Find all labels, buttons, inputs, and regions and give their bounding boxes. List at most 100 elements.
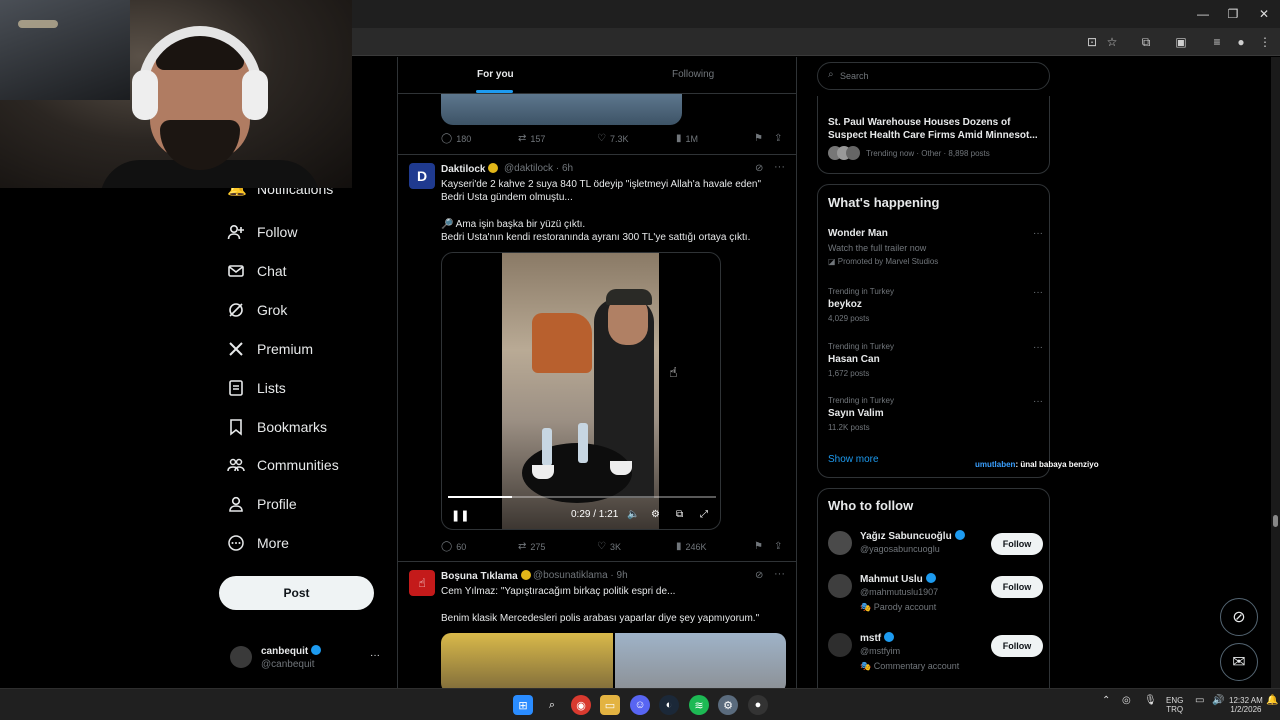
- trend-item[interactable]: Trending in Turkey beykoz 4,029 posts ··…: [828, 287, 1043, 323]
- nav-premium[interactable]: Premium: [227, 334, 313, 364]
- like-button[interactable]: ♡ 3K: [597, 541, 621, 552]
- nav-chat[interactable]: Chat: [227, 256, 287, 286]
- tweet-text-line: Benim klasik Mercedesleri polis arabası …: [441, 613, 760, 624]
- file-explorer-icon[interactable]: ▭: [600, 695, 620, 715]
- follow-button[interactable]: Follow: [991, 533, 1043, 555]
- close-window-button[interactable]: ✕: [1249, 4, 1279, 24]
- tweet-media[interactable]: [441, 633, 786, 688]
- trend-more-icon[interactable]: ···: [1033, 396, 1043, 407]
- pip-icon[interactable]: ⧉: [676, 509, 683, 520]
- microphone-icon[interactable]: 🎙: [1144, 696, 1157, 706]
- settings-gear-icon[interactable]: ⚙: [718, 695, 738, 715]
- grok-icon[interactable]: ⊘: [755, 570, 763, 581]
- show-more-link[interactable]: Show more: [828, 454, 879, 465]
- video-player[interactable]: ❚❚ 0:29 / 1:21 🔈 ⚙ ⧉ ⤢: [441, 252, 721, 530]
- messages-fab-button[interactable]: ✉: [1220, 643, 1258, 681]
- video-progress-bar[interactable]: [448, 496, 716, 498]
- reply-button[interactable]: ◯ 180: [441, 133, 471, 144]
- trend-more-icon[interactable]: ···: [1033, 228, 1043, 239]
- trend-more-icon[interactable]: ···: [1033, 287, 1043, 298]
- follow-suggestion[interactable]: Mahmut Uslu @mahmutuslu1907 🎭 Parody acc…: [828, 572, 1043, 612]
- network-app-icon[interactable]: ◎: [1122, 696, 1131, 706]
- nav-profile[interactable]: Profile: [227, 489, 297, 519]
- list-icon: [227, 379, 245, 397]
- browser-menu-icon[interactable]: ⋮: [1257, 34, 1273, 50]
- tweet-more-icon[interactable]: ···: [774, 568, 785, 580]
- avatar[interactable]: D: [409, 163, 435, 189]
- notification-icon[interactable]: 🔔: [1266, 696, 1278, 706]
- split-view-icon[interactable]: ▣: [1173, 34, 1189, 50]
- volume-icon[interactable]: 🔈: [627, 509, 639, 520]
- nav-bookmarks[interactable]: Bookmarks: [227, 412, 327, 442]
- steam-icon[interactable]: ◐: [659, 695, 679, 715]
- like-button[interactable]: ♡ 7.3K: [597, 133, 628, 144]
- search-icon[interactable]: ⌕: [542, 695, 562, 715]
- share-button[interactable]: ⇪: [774, 133, 786, 144]
- follow-suggestion[interactable]: Yağız Sabuncuoğlu @yagosabuncuoglu Follo…: [828, 529, 1043, 569]
- obs-icon[interactable]: ●: [748, 695, 768, 715]
- tab-for-you[interactable]: For you: [477, 69, 514, 80]
- mail-icon: [227, 262, 245, 280]
- repost-button[interactable]: ⇄ 157: [518, 133, 545, 144]
- section-title: What's happening: [828, 195, 940, 210]
- discord-icon[interactable]: ☺: [630, 695, 650, 715]
- clock[interactable]: 12:32 AM 1/2/2026: [1229, 696, 1263, 714]
- post-button[interactable]: Post: [219, 576, 374, 610]
- trend-item[interactable]: Trending in Turkey Hasan Can 1,672 posts…: [828, 342, 1043, 378]
- repost-button[interactable]: ⇄ 275: [518, 541, 545, 552]
- views-button[interactable]: ▮ 246K: [676, 541, 707, 552]
- bookmark-button[interactable]: ⚑: [754, 541, 767, 552]
- minimize-button[interactable]: —: [1188, 4, 1218, 24]
- reply-button[interactable]: ◯ 60: [441, 541, 466, 552]
- nav-follow[interactable]: Follow: [227, 217, 297, 247]
- tweet-author-name[interactable]: Daktilock: [441, 163, 499, 175]
- search-input[interactable]: Search: [840, 71, 869, 81]
- promoted-icon: ◪: [828, 257, 838, 266]
- account-switcher[interactable]: canbequit @canbequit ···: [230, 644, 390, 674]
- display-icon[interactable]: ▭: [1195, 696, 1204, 706]
- restore-button[interactable]: ❐: [1218, 4, 1248, 24]
- follow-suggestion[interactable]: mstf @mstfyim 🎭 Commentary account Follo…: [828, 631, 1043, 671]
- volume-icon[interactable]: 🔊: [1212, 696, 1224, 706]
- tab-following[interactable]: Following: [672, 69, 714, 80]
- chrome-icon[interactable]: ◉: [571, 695, 591, 715]
- trend-item[interactable]: Trending in Turkey Sayın Valim 11.2K pos…: [828, 396, 1043, 432]
- fullscreen-icon[interactable]: ⤢: [700, 509, 708, 520]
- install-app-icon[interactable]: ⊡: [1084, 34, 1100, 50]
- follow-button[interactable]: Follow: [991, 635, 1043, 657]
- scroll-thumb[interactable]: [1273, 515, 1278, 527]
- trend-item[interactable]: Wonder Man Watch the full trailer now ◪ …: [828, 228, 1043, 266]
- spotify-icon[interactable]: ≋: [689, 695, 709, 715]
- tweet-author-name[interactable]: Boşuna Tıklama: [441, 570, 531, 582]
- account-more-icon[interactable]: ···: [370, 650, 380, 661]
- grok-icon[interactable]: ⊘: [755, 163, 763, 174]
- avatar[interactable]: ☝: [409, 570, 435, 596]
- share-button[interactable]: ⇪: [774, 541, 786, 552]
- person-icon: [227, 495, 245, 513]
- grok-fab-button[interactable]: ⊘: [1220, 598, 1258, 636]
- pause-icon[interactable]: ❚❚: [451, 509, 469, 522]
- bookmark-star-icon[interactable]: ☆: [1104, 34, 1120, 50]
- nav-lists[interactable]: Lists: [227, 373, 286, 403]
- media-control-icon[interactable]: ≡: [1209, 34, 1225, 50]
- language-indicator[interactable]: ENG TRQ: [1166, 696, 1183, 714]
- nav-more[interactable]: More: [227, 528, 289, 558]
- tweet-more-icon[interactable]: ···: [774, 161, 785, 173]
- windows-start-icon[interactable]: ⊞: [513, 695, 533, 715]
- profile-icon[interactable]: ●: [1233, 34, 1249, 50]
- search-box[interactable]: ⌕ Search: [817, 62, 1050, 90]
- page-scrollbar[interactable]: [1271, 57, 1280, 688]
- nav-communities[interactable]: Communities: [227, 450, 339, 480]
- account-handle: @canbequit: [261, 659, 315, 670]
- tray-overflow-icon[interactable]: ⌃: [1102, 696, 1110, 706]
- nav-grok[interactable]: Grok: [227, 295, 287, 325]
- trend-more-icon[interactable]: ···: [1033, 342, 1043, 353]
- follow-button[interactable]: Follow: [991, 576, 1043, 598]
- search-icon: ⌕: [828, 69, 834, 80]
- extensions-icon[interactable]: ⧉: [1138, 34, 1154, 50]
- views-button[interactable]: ▮ 1M: [676, 133, 698, 144]
- settings-gear-icon[interactable]: ⚙: [651, 509, 660, 520]
- media-image-left: [441, 633, 613, 688]
- bookmark-button[interactable]: ⚑: [754, 133, 767, 144]
- news-card[interactable]: St. Paul Warehouse Houses Dozens of Susp…: [817, 96, 1050, 174]
